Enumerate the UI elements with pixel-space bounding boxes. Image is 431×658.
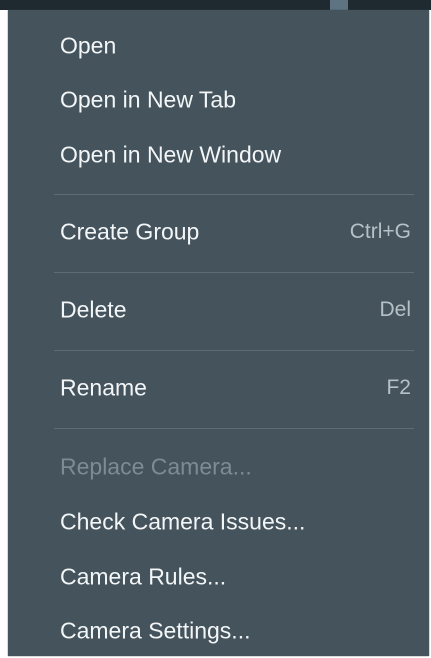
- menu-item-label: Open in New Window: [60, 141, 282, 168]
- menu-separator: [54, 350, 414, 351]
- menu-item-camera-settings[interactable]: Camera Settings...: [8, 609, 429, 653]
- menu-item-label: Open: [60, 32, 117, 59]
- top-strip: [0, 0, 431, 10]
- menu-item-check-camera-issues[interactable]: Check Camera Issues...: [8, 500, 429, 544]
- menu-item-shortcut: Ctrl+G: [349, 220, 411, 243]
- menu-item-open-in-new-tab[interactable]: Open in New Tab: [8, 78, 429, 122]
- menu-item-label: Create Group: [60, 218, 200, 245]
- menu-item-create-group[interactable]: Create Group Ctrl+G: [8, 210, 429, 254]
- menu-item-label: Check Camera Issues...: [60, 508, 306, 535]
- menu-item-label: Replace Camera...: [60, 453, 252, 480]
- menu-item-label: Camera Settings...: [60, 617, 251, 644]
- top-strip-accent: [330, 0, 348, 10]
- context-menu: Open Open in New Tab Open in New Window …: [8, 10, 429, 656]
- menu-item-open[interactable]: Open: [8, 24, 429, 68]
- menu-item-label: Delete: [60, 296, 127, 323]
- menu-item-camera-rules[interactable]: Camera Rules...: [8, 555, 429, 599]
- menu-item-delete[interactable]: Delete Del: [8, 288, 429, 332]
- menu-separator: [54, 428, 414, 429]
- menu-item-label: Open in New Tab: [60, 86, 237, 113]
- menu-item-open-in-new-window[interactable]: Open in New Window: [8, 133, 429, 177]
- menu-item-label: Rename: [60, 374, 147, 401]
- menu-item-replace-camera: Replace Camera...: [8, 445, 429, 489]
- menu-separator: [54, 272, 414, 273]
- menu-item-shortcut: Del: [379, 298, 411, 321]
- menu-item-label: Camera Rules...: [60, 563, 227, 590]
- menu-item-rename[interactable]: Rename F2: [8, 366, 429, 410]
- menu-separator: [54, 194, 414, 195]
- menu-item-shortcut: F2: [386, 376, 411, 399]
